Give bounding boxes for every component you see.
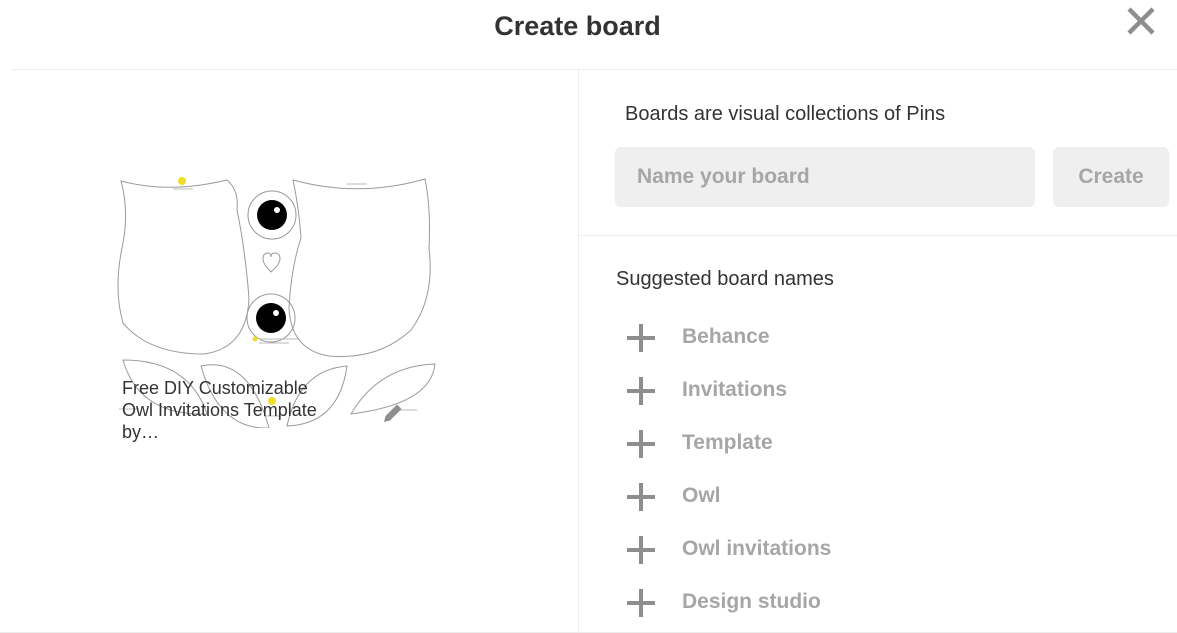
plus-icon [627,324,655,352]
suggested-board-owl[interactable]: Owl [625,469,985,522]
close-icon [1127,7,1155,35]
suggested-board-label: Invitations [682,378,788,401]
suggested-board-design-studio[interactable]: Design studio [625,575,985,628]
pin-description-line: Owl Invitations Template [122,400,317,420]
plus-icon [627,536,655,564]
suggested-board-label: Behance [682,325,770,348]
suggested-board-label: Owl [682,484,721,507]
create-button[interactable]: Create [1053,147,1169,207]
pin-description-line: by… [122,422,160,442]
pin-description: Free DIY Customizable Owl Invitations Te… [122,377,362,443]
plus-icon [627,483,655,511]
suggested-heading: Suggested board names [616,268,834,290]
suggested-board-template[interactable]: Template [625,416,985,469]
board-form-pane: Boards are visual collections of Pins Cr… [579,70,1177,633]
modal-header: Create board [0,0,1177,70]
plus-icon [627,430,655,458]
suggested-board-owl-invitations[interactable]: Owl invitations [625,522,985,575]
suggested-names-list: Behance Invitations Template Owl Owl inv… [625,310,985,628]
pencil-icon [384,404,402,422]
close-button[interactable] [1123,3,1159,39]
plus-icon [627,589,655,617]
suggested-board-label: Template [682,431,773,454]
form-divider [579,235,1177,236]
pin-description-line: Free DIY Customizable [122,378,308,398]
plus-icon [627,377,655,405]
suggested-board-invitations[interactable]: Invitations [625,363,985,416]
suggested-board-label: Owl invitations [682,537,832,560]
boards-intro-text: Boards are visual collections of Pins [625,103,946,125]
create-board-modal: Create board Free DIY Customizable Owl I… [0,0,1177,633]
suggested-board-label: Design studio [682,590,821,613]
edit-description-button[interactable] [380,400,406,426]
modal-title: Create board [494,11,661,41]
suggested-board-behance[interactable]: Behance [625,310,985,363]
board-name-input[interactable] [615,147,1035,207]
